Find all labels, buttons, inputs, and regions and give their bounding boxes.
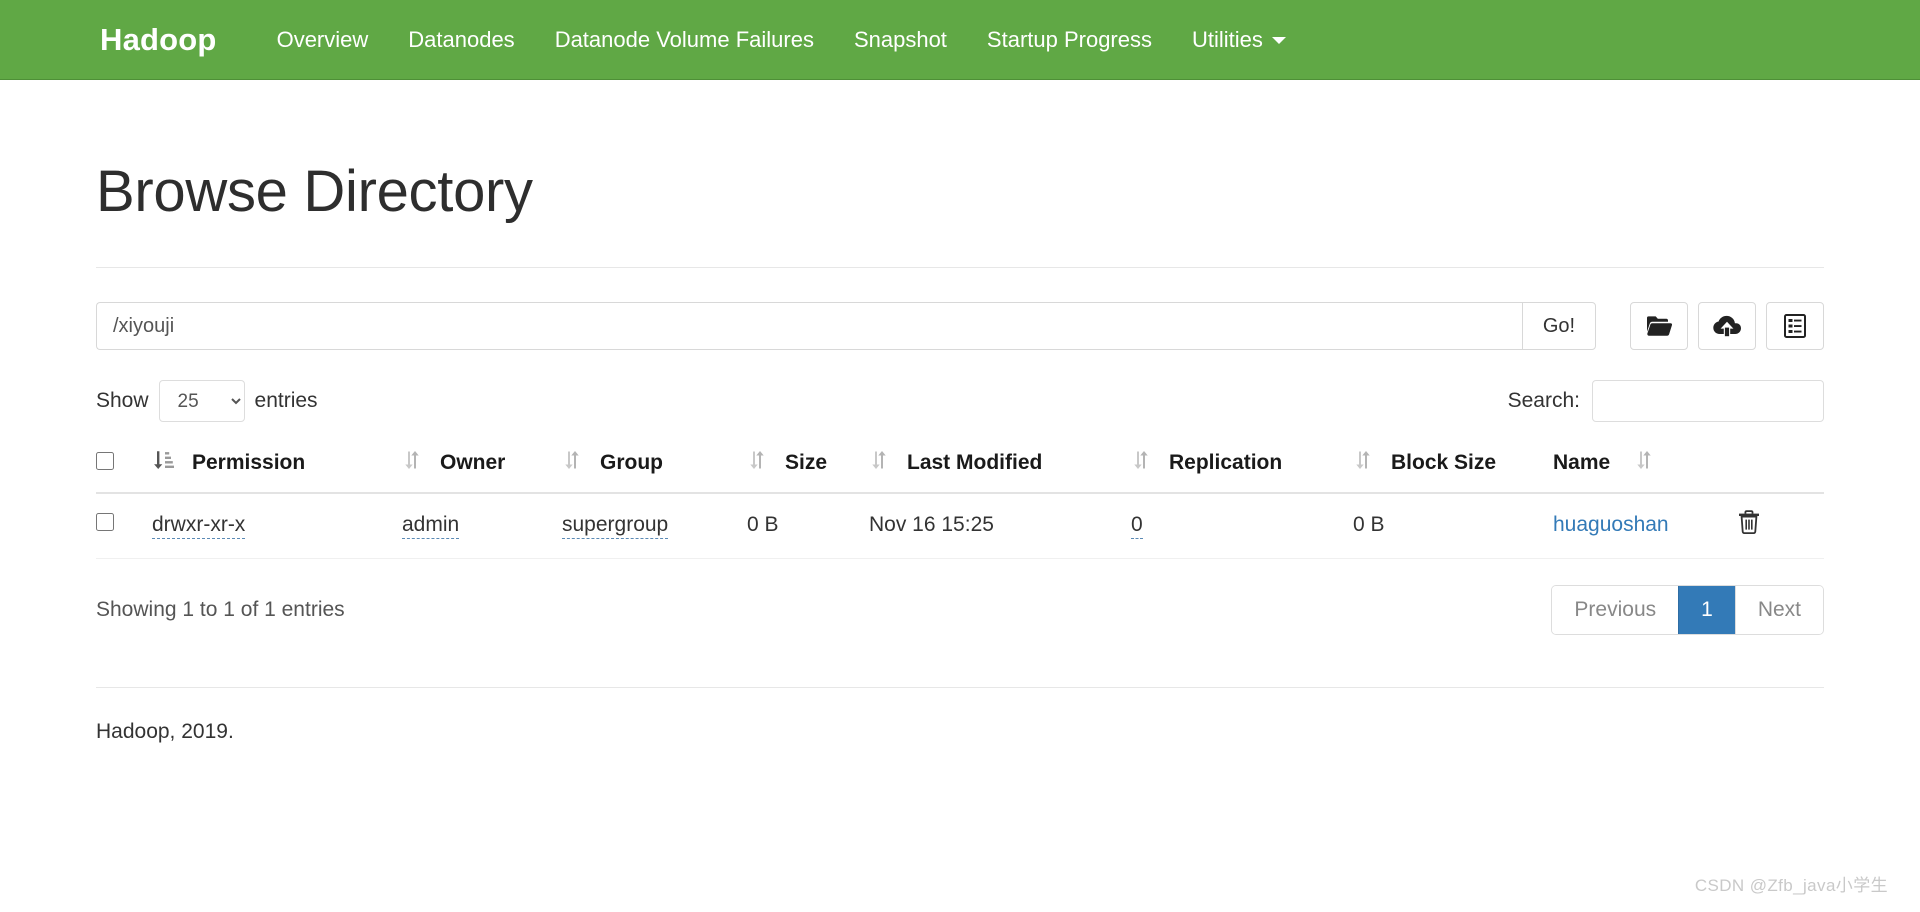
go-button[interactable]: Go! [1522, 302, 1596, 350]
search-control: Search: [1508, 380, 1824, 422]
title-divider [96, 267, 1824, 268]
owner-value[interactable]: admin [402, 513, 460, 539]
cell-name: huaguoshan [1553, 493, 1738, 559]
trash-icon [1738, 510, 1760, 537]
show-label: Show [96, 389, 149, 412]
search-input[interactable] [1592, 380, 1824, 422]
cut-paste-button[interactable] [1766, 302, 1824, 350]
nav-item-datanodes[interactable]: Datanodes [388, 0, 534, 80]
main-container: Browse Directory Go! [90, 158, 1830, 744]
nav-item-snapshot-label: Snapshot [853, 26, 947, 52]
sort-icon [1353, 450, 1373, 476]
table-body: drwxr-xr-x admin supergroup 0 B Nov 16 1… [96, 493, 1824, 559]
row-select-cell [96, 493, 152, 559]
top-navbar: Hadoop Overview Datanodes Datanode Volum… [0, 0, 1920, 80]
cell-group: supergroup [562, 493, 747, 559]
nav-item-overview-label: Overview [276, 26, 369, 52]
th-group-label: Group [600, 451, 663, 474]
cell-last-modified: Nov 16 15:25 [869, 493, 1131, 559]
pagination-next-button[interactable]: Next [1734, 586, 1823, 634]
replication-value[interactable]: 0 [1131, 513, 1143, 539]
th-size-label: Size [785, 451, 828, 474]
th-name-label: Name [1553, 451, 1611, 474]
th-size[interactable]: Size [747, 446, 869, 494]
watermark: CSDN @Zfb_java小学生 [1694, 876, 1888, 895]
entries-label: entries [254, 389, 318, 412]
page-length-select[interactable]: 25 50 100 [158, 380, 245, 422]
table-controls: Show 25 50 100 entries Search: [96, 380, 1824, 422]
create-directory-button[interactable] [1630, 302, 1688, 350]
search-label: Search: [1507, 389, 1580, 412]
th-block-size-label: Block Size [1391, 451, 1497, 474]
nav-item-datanode-volume-failures[interactable]: Datanode Volume Failures [535, 0, 834, 80]
delete-button[interactable] [1738, 510, 1760, 537]
pagination-previous-button[interactable]: Previous [1552, 586, 1679, 634]
group-value[interactable]: supergroup [562, 513, 669, 539]
cell-size: 0 B [747, 493, 869, 559]
path-bar: Go! [96, 302, 1824, 350]
cloud-upload-icon [1713, 315, 1741, 337]
th-replication-label: Replication [1169, 451, 1283, 474]
permission-value[interactable]: drwxr-xr-x [152, 513, 246, 539]
page-footer: Hadoop, 2019. [96, 720, 234, 743]
th-permission-label: Permission [192, 451, 306, 474]
th-name[interactable]: Name [1553, 446, 1738, 494]
chevron-down-icon [1271, 37, 1286, 45]
sort-icon [1634, 450, 1654, 476]
nav-item-utilities-label: Utilities [1192, 26, 1263, 52]
directory-action-buttons [1630, 302, 1824, 350]
table-header-row: Permission Owner Group Size Last Modifie… [96, 446, 1824, 494]
th-last-modified[interactable]: Last Modified [869, 446, 1131, 494]
th-owner[interactable]: Owner [402, 446, 562, 494]
page-title: Browse Directory [96, 159, 533, 224]
table-info: Showing 1 to 1 of 1 entries [96, 598, 345, 621]
cell-permission: drwxr-xr-x [152, 493, 402, 559]
nav-links: Overview Datanodes Datanode Volume Failu… [257, 0, 1306, 80]
sort-icon [562, 450, 582, 476]
sort-icon [869, 450, 889, 476]
directory-path-input[interactable] [96, 302, 1522, 350]
brand-logo-hadoop[interactable]: Hadoop [100, 22, 217, 58]
nav-item-overview[interactable]: Overview [257, 0, 389, 80]
nav-item-snapshot[interactable]: Snapshot [834, 0, 967, 80]
th-block-size[interactable]: Block Size [1353, 446, 1553, 494]
page-length-control: Show 25 50 100 entries [96, 380, 318, 422]
row-checkbox[interactable] [96, 513, 114, 531]
file-listing-table: Permission Owner Group Size Last Modifie… [96, 446, 1824, 559]
th-actions [1738, 446, 1824, 494]
pagination: Previous 1 Next [1551, 585, 1824, 635]
nav-item-startup-progress[interactable]: Startup Progress [967, 0, 1172, 80]
footer-divider [96, 687, 1824, 688]
pagination-page-1-button[interactable]: 1 [1678, 586, 1735, 634]
sort-icon [1131, 450, 1151, 476]
th-owner-label: Owner [440, 451, 506, 474]
th-permission[interactable]: Permission [152, 446, 402, 494]
folder-open-icon [1646, 315, 1672, 337]
sort-icon [747, 450, 767, 476]
th-replication[interactable]: Replication [1131, 446, 1353, 494]
th-select-all [96, 446, 152, 494]
nav-item-utilities[interactable]: Utilities [1172, 0, 1306, 80]
cell-block-size: 0 B [1353, 493, 1553, 559]
th-group[interactable]: Group [562, 446, 747, 494]
cell-replication: 0 [1131, 493, 1353, 559]
sort-icon [402, 450, 422, 476]
nav-item-startup-progress-label: Startup Progress [986, 26, 1152, 52]
sort-amount-down-icon [152, 450, 174, 476]
select-all-checkbox[interactable] [96, 452, 114, 470]
table-footer: Showing 1 to 1 of 1 entries Previous 1 N… [96, 585, 1824, 635]
nav-item-datanode-volume-failures-label: Datanode Volume Failures [554, 26, 814, 52]
th-last-modified-label: Last Modified [907, 451, 1043, 474]
table-row: drwxr-xr-x admin supergroup 0 B Nov 16 1… [96, 493, 1824, 559]
upload-files-button[interactable] [1698, 302, 1756, 350]
clipboard-list-icon [1784, 314, 1806, 338]
nav-item-datanodes-label: Datanodes [408, 26, 515, 52]
table-head: Permission Owner Group Size Last Modifie… [96, 446, 1824, 494]
file-name-link[interactable]: huaguoshan [1553, 513, 1669, 536]
path-input-group: Go! [96, 302, 1596, 350]
cell-owner: admin [402, 493, 562, 559]
cell-actions [1738, 493, 1824, 559]
